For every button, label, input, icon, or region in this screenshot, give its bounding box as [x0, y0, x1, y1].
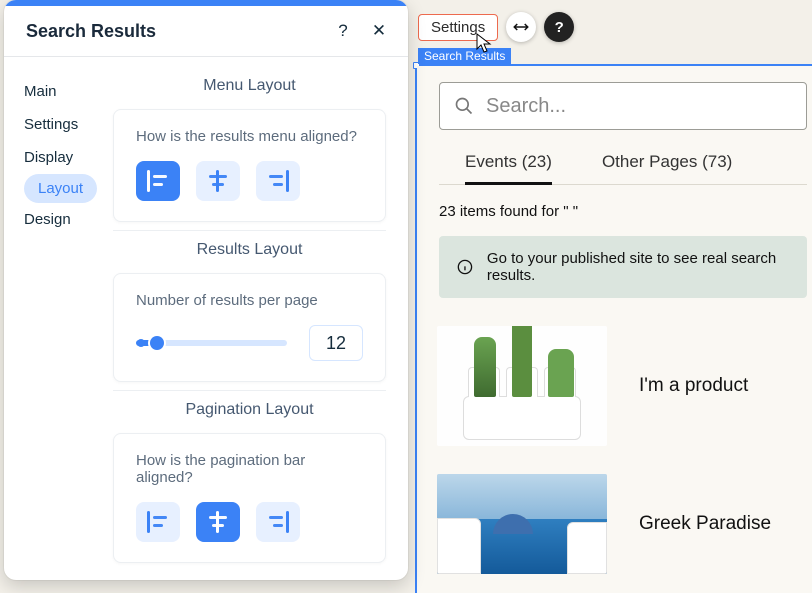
- preview-notice: Go to your published site to see real se…: [439, 236, 807, 298]
- sidebar-item-settings[interactable]: Settings: [24, 108, 90, 141]
- tab-events[interactable]: Events (23): [465, 152, 552, 185]
- panel-header: Search Results ? ✕: [4, 6, 408, 57]
- results-layout-heading: Results Layout: [109, 231, 390, 273]
- align-left-button[interactable]: [136, 161, 180, 201]
- result-thumbnail: [437, 326, 607, 446]
- result-item[interactable]: I'm a product: [437, 326, 812, 446]
- pagination-alignment-label: How is the pagination bar aligned?: [136, 452, 363, 486]
- panel-help-button[interactable]: ?: [332, 20, 354, 42]
- result-thumbnail: [437, 474, 607, 574]
- sidebar-item-design[interactable]: Design: [24, 203, 83, 236]
- element-toolbar: Settings ?: [418, 11, 574, 43]
- align-center-button[interactable]: [196, 161, 240, 201]
- pagination-align-center-button[interactable]: [196, 502, 240, 542]
- preview-notice-text: Go to your published site to see real se…: [487, 250, 789, 284]
- result-title: Greek Paradise: [639, 513, 771, 535]
- panel-main: Menu Layout How is the results menu alig…: [109, 57, 408, 580]
- results-per-page-slider[interactable]: [136, 331, 287, 355]
- tab-other-pages[interactable]: Other Pages (73): [602, 152, 732, 185]
- panel-sidebar: Main Settings Display Layout Design: [4, 57, 109, 580]
- stretch-icon[interactable]: [506, 12, 536, 42]
- menu-layout-card: How is the results menu aligned?: [113, 109, 386, 222]
- menu-alignment-label: How is the results menu aligned?: [136, 128, 363, 145]
- pagination-align-right-button[interactable]: [256, 502, 300, 542]
- search-placeholder: Search...: [486, 95, 566, 118]
- results-per-page-label: Number of results per page: [136, 292, 363, 309]
- menu-layout-heading: Menu Layout: [109, 67, 390, 109]
- sidebar-item-layout[interactable]: Layout: [24, 174, 97, 203]
- results-layout-card: Number of results per page 12: [113, 273, 386, 382]
- element-label-chip: Search Results: [418, 48, 511, 64]
- result-title: I'm a product: [639, 375, 748, 397]
- align-right-button[interactable]: [256, 161, 300, 201]
- info-icon: [457, 258, 473, 276]
- settings-panel: Search Results ? ✕ Main Settings Display…: [4, 0, 408, 580]
- sidebar-item-main[interactable]: Main: [24, 75, 69, 108]
- search-results-widget: Search... Events (23) Other Pages (73) 2…: [417, 66, 812, 593]
- help-icon[interactable]: ?: [544, 12, 574, 42]
- pagination-align-left-button[interactable]: [136, 502, 180, 542]
- search-input-wrapper[interactable]: Search...: [439, 82, 807, 130]
- results-count-text: 23 items found for " ": [439, 203, 812, 220]
- search-icon: [454, 96, 474, 116]
- panel-close-button[interactable]: ✕: [368, 20, 390, 42]
- sidebar-item-display[interactable]: Display: [24, 141, 85, 174]
- results-per-page-value[interactable]: 12: [309, 325, 363, 361]
- panel-title: Search Results: [26, 21, 156, 42]
- result-item[interactable]: Greek Paradise: [437, 474, 812, 574]
- settings-button[interactable]: Settings: [418, 14, 498, 41]
- results-tabs: Events (23) Other Pages (73): [437, 152, 812, 185]
- pagination-layout-card: How is the pagination bar aligned?: [113, 433, 386, 563]
- pagination-layout-heading: Pagination Layout: [109, 391, 390, 433]
